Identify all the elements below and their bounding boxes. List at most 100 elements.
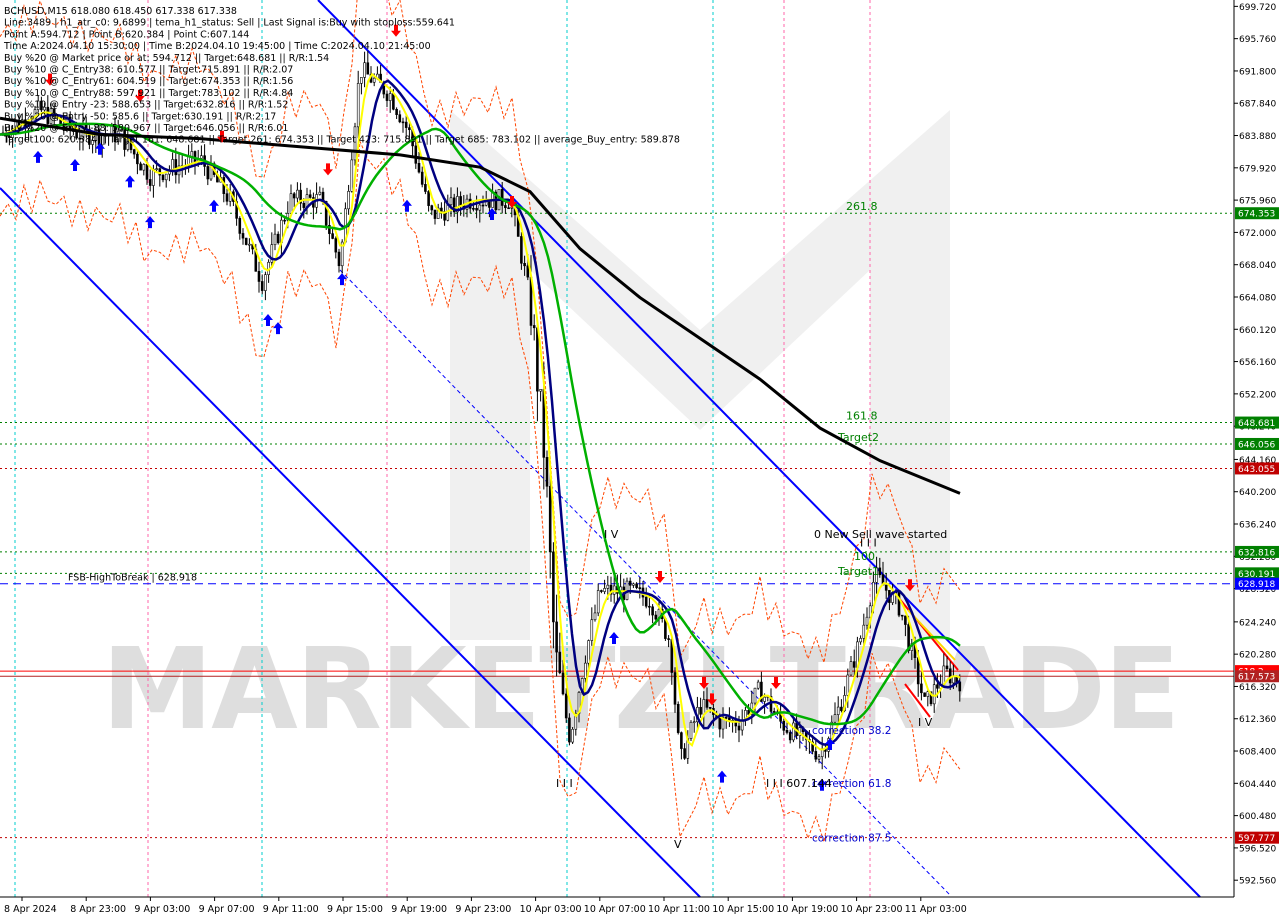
candle-body	[568, 717, 571, 743]
candle-body	[276, 233, 280, 244]
price-tick-label: 668.040	[1239, 261, 1276, 271]
price-tick-label: 652.200	[1239, 390, 1276, 400]
candle-body	[792, 722, 795, 741]
price-tick-label: 600.480	[1239, 812, 1276, 822]
candle-body	[238, 218, 242, 234]
candle-body	[318, 191, 322, 195]
price-tick-label: 620.280	[1239, 651, 1276, 661]
info-line: Buy %20 @ Market price or at: 594.712 ||…	[4, 53, 329, 64]
candle-body	[296, 189, 299, 199]
candle-body	[500, 189, 504, 206]
candle-body	[433, 209, 437, 219]
candle-body	[337, 251, 341, 267]
candle-body	[507, 207, 510, 210]
candle-body	[430, 205, 434, 211]
candle-body	[136, 153, 139, 165]
candle-body	[708, 707, 712, 709]
candle-body	[388, 93, 392, 101]
candle-body	[571, 728, 574, 743]
candle-body	[683, 748, 686, 759]
candle-body	[628, 580, 632, 586]
chart-annotation: correction 87.5	[812, 833, 891, 845]
candle-body	[817, 756, 821, 760]
candle-body	[753, 687, 757, 704]
price-tick-label: 683.880	[1239, 132, 1276, 142]
candle-body	[401, 121, 405, 124]
candle-body	[155, 168, 158, 170]
candle-body	[763, 696, 766, 702]
candle-body	[705, 699, 709, 708]
candle-body	[718, 717, 722, 730]
candle-body	[488, 201, 491, 208]
price-tick-label: 604.440	[1239, 780, 1276, 790]
price-tick-label: 660.120	[1239, 326, 1276, 336]
price-tick-label: 699.720	[1239, 3, 1276, 13]
candle-body	[846, 674, 850, 696]
price-tick-label: 664.080	[1239, 293, 1276, 303]
chart-annotation: I I I 607.144	[766, 777, 832, 790]
price-chart[interactable]: MARKETZI TRADE 261.8161.8Target2FSB-High…	[0, 0, 1280, 920]
candle-body	[884, 584, 888, 591]
chart-annotation: Target1	[837, 565, 879, 578]
candle-body	[350, 159, 354, 192]
time-tick-label: 8 Apr 23:00	[70, 904, 126, 915]
candle-body	[545, 457, 549, 487]
candle-body	[852, 661, 856, 668]
price-tick-label: 592.560	[1239, 877, 1276, 887]
candle-body	[356, 83, 360, 128]
candle-body	[632, 583, 635, 586]
price-tick-label: 691.800	[1239, 67, 1276, 77]
chart-annotation: I V	[918, 716, 933, 729]
candle-body	[132, 149, 136, 155]
candle-body	[264, 274, 267, 291]
candle-body	[142, 164, 146, 171]
symbol-title: BCHUSD,M15 618.080 618.450 617.338 617.3…	[4, 6, 237, 17]
info-line: Time A:2024.04.10 15:30:00 | Time B:2024…	[3, 41, 431, 52]
candle-body	[958, 681, 962, 692]
candle-body	[532, 325, 536, 329]
candle-body	[174, 159, 178, 176]
chart-annotation: 100	[854, 550, 875, 563]
chart-annotation: 0 New Sell wave started	[814, 528, 947, 541]
candle-body	[788, 732, 792, 741]
time-tick-label: 11 Apr 03:00	[905, 904, 967, 915]
time-tick-label: 9 Apr 19:00	[391, 904, 447, 915]
candle-body	[932, 684, 936, 705]
info-line: Buy %10 @ C_Entry38: 610.577 || Target:7…	[4, 65, 293, 76]
candle-body	[600, 590, 603, 592]
candle-body	[651, 606, 654, 616]
chart-annotation: I V	[604, 528, 619, 541]
candle-body	[334, 238, 338, 253]
price-tick-label: 675.960	[1239, 197, 1276, 207]
candle-body	[548, 485, 552, 553]
candle-body	[865, 616, 869, 626]
candle-body	[225, 193, 229, 202]
info-line: Target100: 620.384 || Target 161: 648.68…	[3, 135, 680, 146]
candle-body	[484, 201, 488, 206]
price-tick-label: 695.760	[1239, 35, 1276, 45]
candle-body	[833, 714, 837, 723]
candle-body	[897, 592, 901, 616]
candle-body	[523, 262, 526, 267]
candle-body	[520, 236, 523, 264]
candle-body	[449, 197, 453, 205]
price-tick-label: 679.920	[1239, 164, 1276, 174]
price-tick-label: 640.200	[1239, 488, 1276, 498]
time-tick-label: 10 Apr 11:00	[648, 904, 710, 915]
candle-body	[920, 683, 923, 694]
candle-body	[561, 672, 565, 695]
candle-body	[900, 614, 904, 617]
chart-container[interactable]: MARKETZI TRADE 261.8 161.8 Target2 FSB-High…	[0, 0, 1280, 920]
price-level-label: 161.8	[846, 410, 878, 423]
candle-body	[372, 77, 376, 83]
candle-body	[283, 219, 286, 222]
time-tick-label: 9 Apr 07:00	[199, 904, 255, 915]
price-tick-label: 608.400	[1239, 748, 1276, 758]
time-tick-label: 10 Apr 07:00	[584, 904, 646, 915]
candle-body	[948, 668, 952, 684]
info-line: Buy %20 @ Entry -88: 580.967 || Target:6…	[4, 123, 288, 134]
time-tick-label: 8 Apr 2024	[4, 904, 57, 915]
candle-body	[206, 166, 210, 180]
candle-body	[504, 205, 507, 209]
candle-body	[756, 681, 760, 689]
